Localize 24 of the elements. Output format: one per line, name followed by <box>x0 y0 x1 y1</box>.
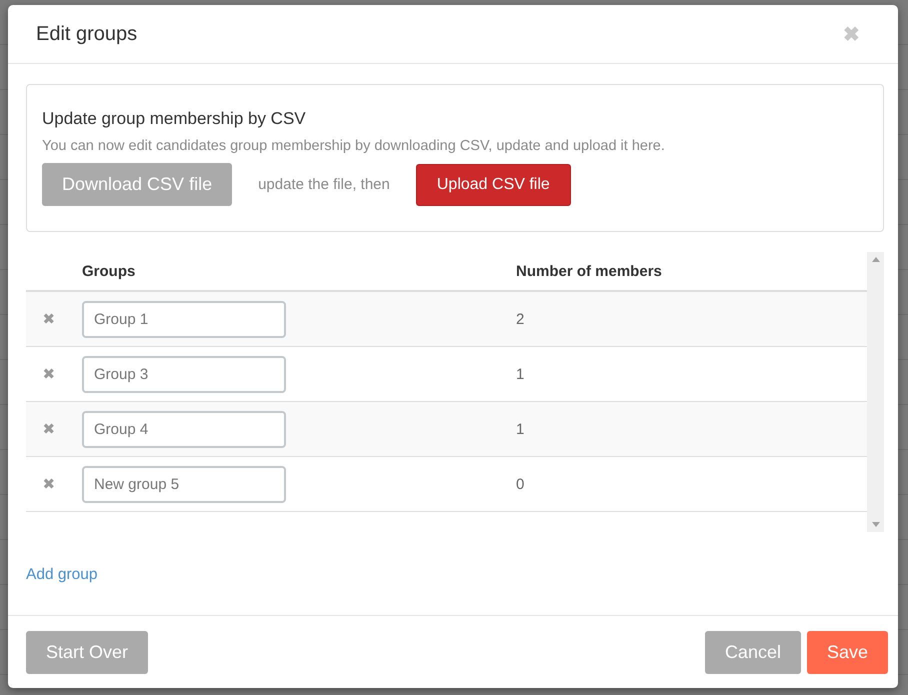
group-name-field[interactable]: Group 4 <box>82 410 286 448</box>
upload-csv-button[interactable]: Upload CSV file <box>416 164 571 206</box>
column-header: Groups <box>82 262 136 280</box>
start-over-button[interactable]: Start Over <box>26 631 148 674</box>
panel-title: Update group membership by CSV <box>42 109 307 129</box>
member-count: 0 <box>516 476 526 492</box>
cancel-button[interactable]: Cancel <box>704 631 801 674</box>
download-csv-button[interactable]: Download CSV file <box>42 163 232 206</box>
instruction-text: update the file, then <box>258 176 390 193</box>
scrollbar[interactable] <box>867 252 884 532</box>
scroll-down-icon[interactable] <box>872 522 880 527</box>
group-name-field[interactable]: New group 5 <box>82 466 286 502</box>
member-count: 1 <box>516 366 526 382</box>
add-group-link[interactable]: Add group <box>26 566 98 584</box>
dialog-title: Edit groups <box>36 22 138 46</box>
save-button[interactable]: Save <box>806 631 888 674</box>
close-button[interactable]: ✖ <box>843 22 860 46</box>
group-name-field[interactable]: Group 1 <box>82 300 286 338</box>
scroll-up-icon[interactable] <box>872 257 880 262</box>
group-name-field[interactable]: Group 3 <box>82 356 286 392</box>
member-count: 2 <box>516 310 526 328</box>
column-header: Number of members <box>516 262 663 280</box>
member-count: 1 <box>516 420 526 438</box>
panel-description: You can now edit candidates group membership by downloading CSV, update and upload it here. <box>42 138 666 154</box>
